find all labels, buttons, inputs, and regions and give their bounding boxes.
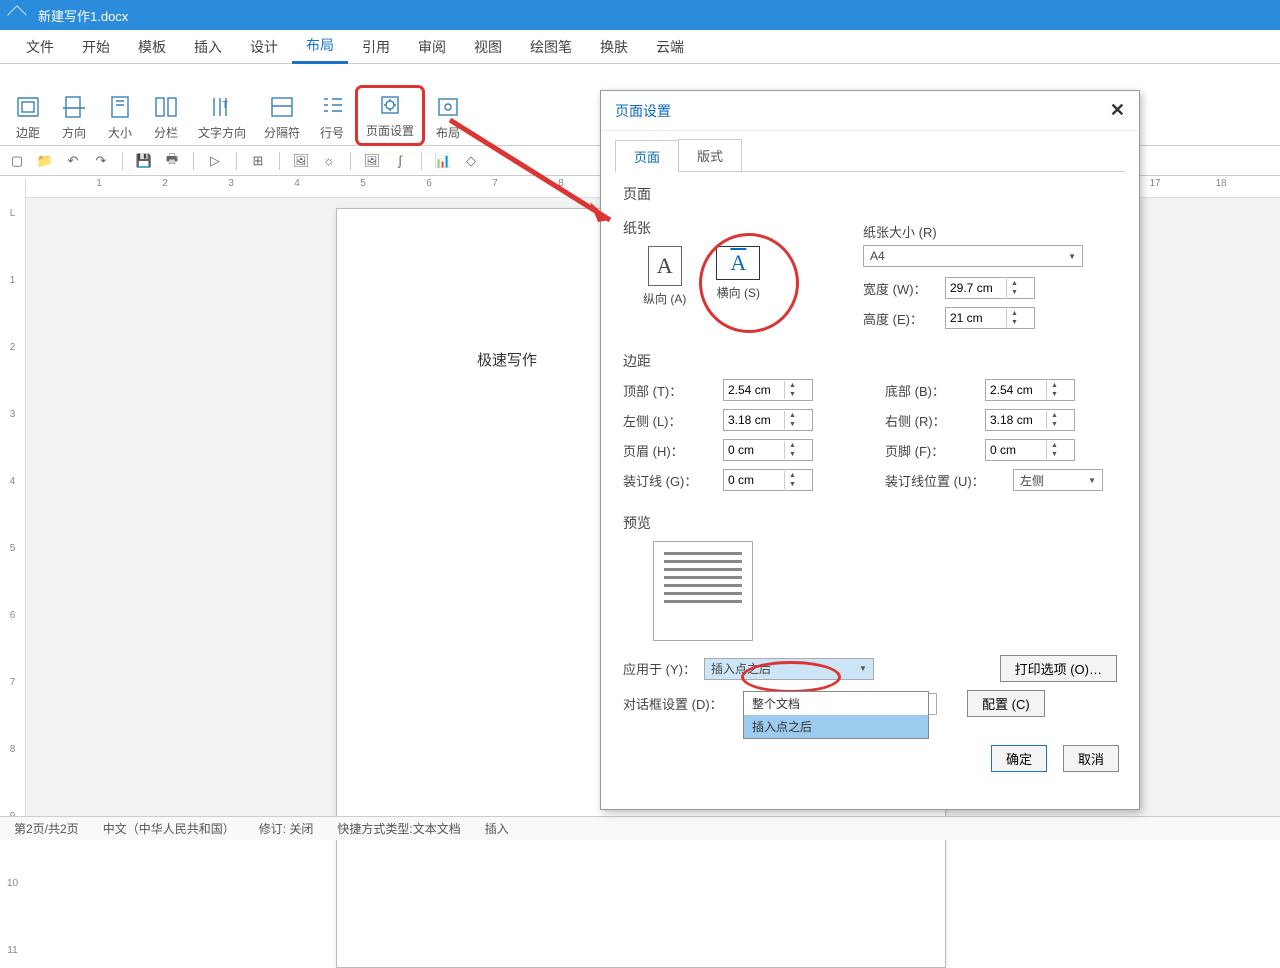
ribbon-行号[interactable]: 行号 [312, 92, 352, 143]
footer-input[interactable]: ▲▼ [985, 439, 1075, 461]
menu-1[interactable]: 开始 [68, 31, 124, 63]
apply-to-dropdown: 整个文档 插入点之后 [743, 691, 929, 739]
header-input[interactable]: ▲▼ [723, 439, 813, 461]
margin-bottom-input[interactable]: ▲▼ [985, 379, 1075, 401]
margin-left-input[interactable]: ▲▼ [723, 409, 813, 431]
page-indicator[interactable]: 第2页/共2页 [14, 820, 79, 837]
shortcut-indicator: 快捷方式类型:文本文档 [337, 820, 460, 837]
menu-3[interactable]: 插入 [180, 31, 236, 63]
print-icon[interactable]: 🖶 [163, 152, 181, 170]
vertical-ruler: L1234567891011 [0, 178, 26, 816]
undo-icon[interactable]: ↶ [64, 152, 82, 170]
document-text: 极速写作 [477, 352, 537, 369]
cursor-icon[interactable]: ▷ [206, 152, 224, 170]
ribbon-页面设置[interactable]: 页面设置 [358, 88, 422, 143]
save-icon[interactable]: 💾 [135, 152, 153, 170]
annotation-circle-apply [741, 661, 841, 693]
paper-size-select[interactable]: A4▼ [863, 245, 1083, 267]
annotation-arrow [440, 110, 640, 250]
new-icon[interactable]: ▢ [8, 152, 26, 170]
menu-11[interactable]: 云端 [642, 31, 698, 63]
file-name: 新建写作1.docx [38, 6, 128, 25]
close-icon[interactable]: ✕ [1110, 100, 1125, 121]
ribbon-边距[interactable]: 边距 [8, 92, 48, 143]
orientation-portrait[interactable]: A 纵向 (A) [643, 246, 686, 307]
menu-7[interactable]: 审阅 [404, 31, 460, 63]
equation-icon[interactable]: ∫ [391, 152, 409, 170]
gutter-input[interactable]: ▲▼ [723, 469, 813, 491]
paper-size-label: 纸张大小 (R) [863, 222, 1117, 241]
menu-6[interactable]: 引用 [348, 31, 404, 63]
config-button[interactable]: 配置 (C) [967, 690, 1045, 717]
table-icon[interactable]: ⊞ [249, 152, 267, 170]
menu-8[interactable]: 视图 [460, 31, 516, 63]
margin-right-input[interactable]: ▲▼ [985, 409, 1075, 431]
menu-0[interactable]: 文件 [12, 31, 68, 63]
menu-10[interactable]: 换肤 [586, 31, 642, 63]
ok-button[interactable]: 确定 [991, 745, 1047, 772]
section-paper-label: 纸张 [623, 218, 823, 238]
image-icon[interactable]: 🖼 [292, 152, 310, 170]
status-bar: 第2页/共2页 中文（中华人民共和国） 修订: 关闭 快捷方式类型:文本文档 插… [0, 816, 1280, 840]
tab-format[interactable]: 版式 [678, 139, 742, 171]
apply-option-wholedoc[interactable]: 整个文档 [744, 692, 928, 715]
open-icon[interactable]: 📁 [36, 152, 54, 170]
ribbon-方向[interactable]: 方向 [54, 92, 94, 143]
section-page-label: 页面 [623, 184, 1117, 204]
svg-text:T: T [222, 100, 228, 111]
width-input[interactable]: ▲▼ [945, 277, 1035, 299]
menu-4[interactable]: 设计 [236, 31, 292, 63]
page-setup-dialog: 页面设置 ✕ 页面 版式 页面 纸张 A 纵向 (A) A 横向 (S) [600, 90, 1140, 810]
menu-2[interactable]: 模板 [124, 31, 180, 63]
annotation-circle-orientation [699, 233, 799, 333]
ribbon-分栏[interactable]: 分栏 [146, 92, 186, 143]
print-options-button[interactable]: 打印选项 (O)… [1000, 655, 1117, 682]
app-icon [7, 5, 27, 25]
apply-option-afterinsert[interactable]: 插入点之后 [744, 715, 928, 738]
revision-indicator[interactable]: 修订: 关闭 [259, 820, 314, 837]
ribbon-文字方向[interactable]: T文字方向 [192, 92, 252, 143]
margin-top-input[interactable]: ▲▼ [723, 379, 813, 401]
title-bar: 新建写作1.docx [0, 0, 1280, 30]
menu-5[interactable]: 布局 [292, 29, 348, 64]
ribbon-分隔符[interactable]: 分隔符 [258, 92, 306, 143]
ribbon-大小[interactable]: 大小 [100, 92, 140, 143]
gutter-position-select[interactable]: 左侧▼ [1013, 469, 1103, 491]
insert-mode[interactable]: 插入 [485, 820, 509, 837]
menu-9[interactable]: 绘图笔 [516, 31, 586, 63]
symbol-icon[interactable]: ☼ [320, 152, 338, 170]
cancel-button[interactable]: 取消 [1063, 745, 1119, 772]
clipart-icon[interactable]: 🖼 [363, 152, 381, 170]
preview-thumbnail [653, 541, 753, 641]
menu-bar: 文件开始模板插入设计布局引用审阅视图绘图笔换肤云端 [0, 30, 1280, 64]
height-input[interactable]: ▲▼ [945, 307, 1035, 329]
language-indicator[interactable]: 中文（中华人民共和国） [103, 820, 235, 837]
section-preview-label: 预览 [623, 513, 1117, 533]
section-margin-label: 边距 [623, 351, 1117, 371]
redo-icon[interactable]: ↷ [92, 152, 110, 170]
